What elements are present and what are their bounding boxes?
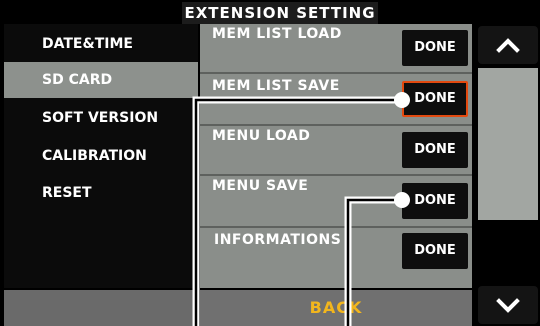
scroll-track[interactable] (478, 68, 538, 220)
chevron-down-icon (496, 298, 520, 313)
mem-list-save-done-button[interactable]: DONE (402, 81, 468, 117)
row-label: INFORMATIONS (214, 232, 342, 248)
sidebar-item-date-time[interactable]: DATE&TIME (4, 26, 198, 62)
sidebar-item-sd-card[interactable]: SD CARD (4, 62, 198, 98)
row-label: MEM LIST SAVE (212, 78, 340, 94)
sidebar-item-reset[interactable]: RESET (4, 175, 198, 211)
menu-save-done-button[interactable]: DONE (402, 183, 468, 219)
scrollbar[interactable] (476, 24, 540, 326)
device-screen: EXTENSION SETTING DATE&TIME SD CARD SOFT… (0, 0, 540, 326)
chevron-up-icon (496, 38, 520, 53)
menu-load-done-button[interactable]: DONE (402, 132, 468, 168)
row-divider (200, 72, 472, 74)
page-title: EXTENSION SETTING (182, 2, 378, 24)
row-label: MENU LOAD (212, 128, 311, 144)
row-divider (200, 226, 472, 228)
informations-done-button[interactable]: DONE (402, 233, 468, 269)
sidebar: DATE&TIME SD CARD SOFT VERSION CALIBRATI… (4, 24, 198, 288)
sidebar-bottom-bar (4, 290, 198, 326)
scroll-down-button[interactable] (478, 286, 538, 324)
row-label: MEM LIST LOAD (212, 26, 342, 42)
mem-list-load-done-button[interactable]: DONE (402, 30, 468, 66)
scroll-up-button[interactable] (478, 26, 538, 64)
row-label: MENU SAVE (212, 178, 309, 194)
sidebar-item-soft-version[interactable]: SOFT VERSION (4, 100, 198, 136)
back-button[interactable]: BACK (200, 290, 472, 326)
sidebar-item-calibration[interactable]: CALIBRATION (4, 138, 198, 174)
